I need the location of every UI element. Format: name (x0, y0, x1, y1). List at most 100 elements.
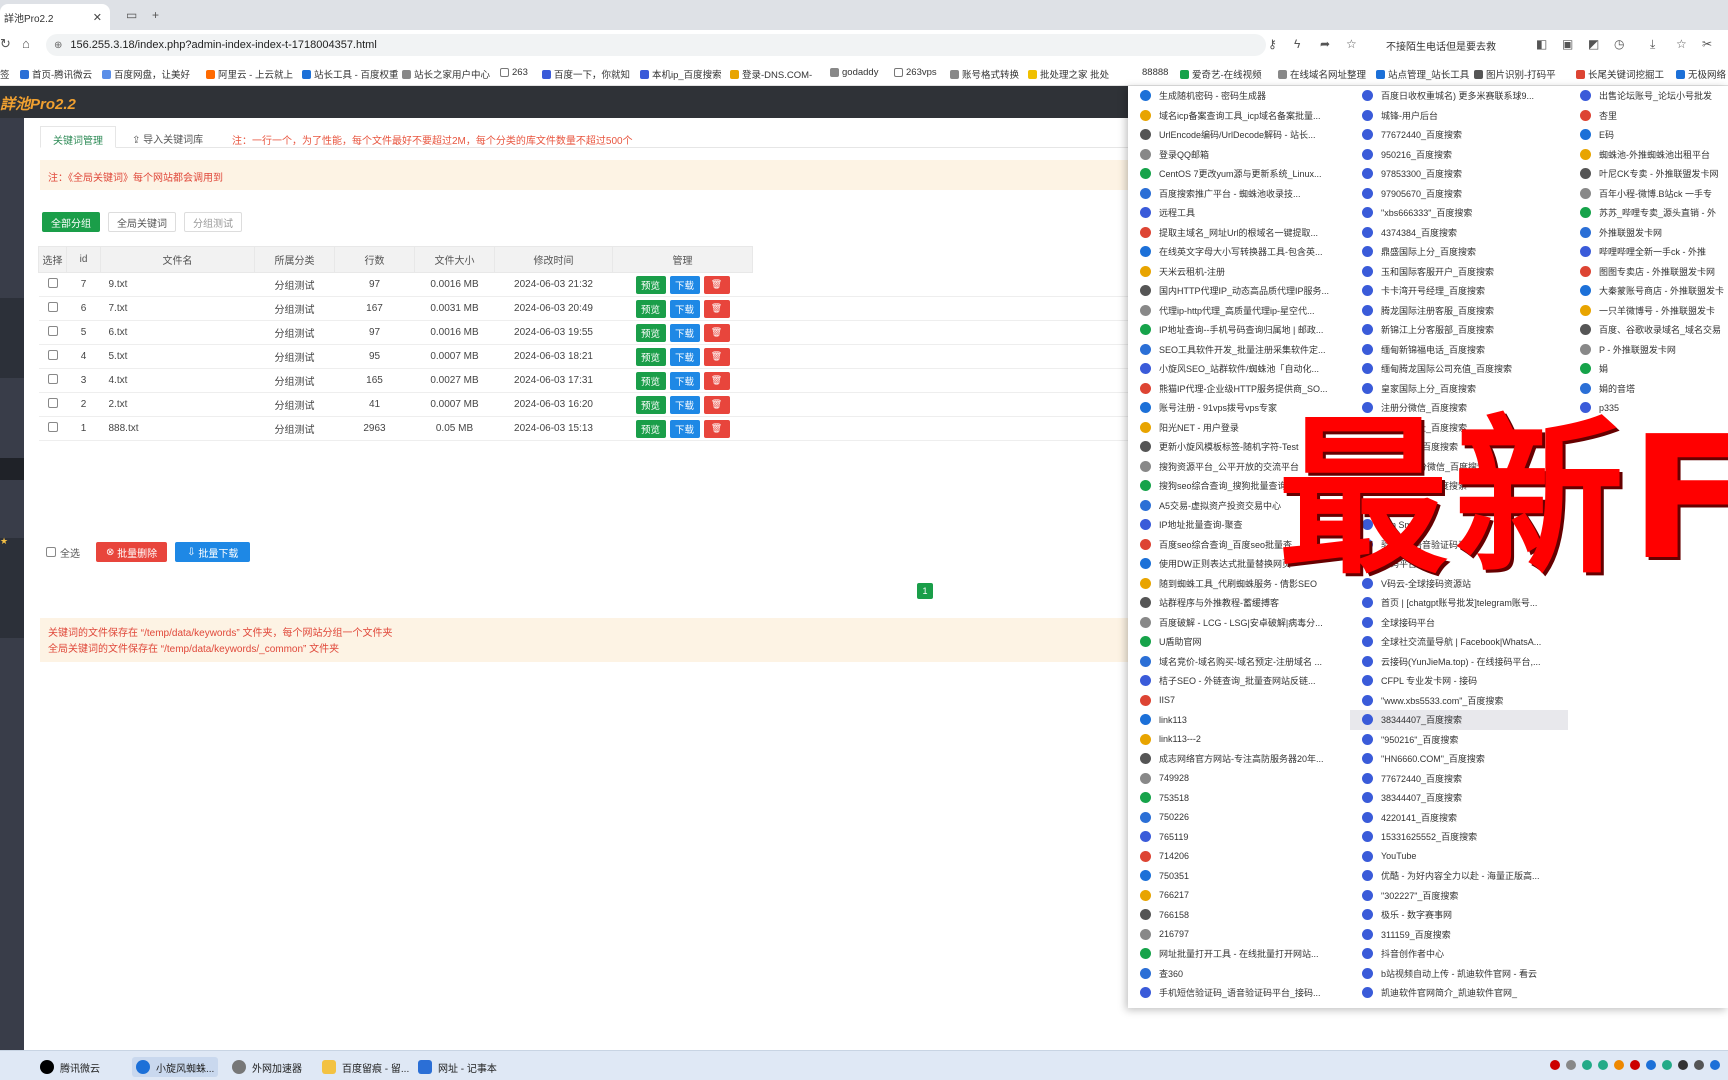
bookmark-item[interactable]: 爱奇艺-在线视频 (1180, 67, 1262, 81)
bookmark-folder-item[interactable]: 77672440_百度搜索 (1350, 125, 1568, 145)
bookmark-item[interactable]: 站点管理_站长工具 (1376, 67, 1469, 81)
page-1-button[interactable]: 1 (917, 583, 933, 599)
preview-button[interactable]: 预览 (635, 371, 666, 390)
home-icon[interactable]: ⌂ (22, 36, 30, 51)
download-button[interactable]: 下载 (669, 395, 700, 414)
url-input[interactable]: ⊕ 156.255.3.18/index.php?admin-index-ind… (46, 34, 1266, 56)
bookmark-folder-item[interactable]: 登录QQ邮箱 (1128, 145, 1350, 165)
bookmark-folder-item[interactable]: 4220141_百度搜索 (1350, 808, 1568, 828)
bookmark-folder-item[interactable]: 外推联盟发卡网 (1568, 223, 1728, 243)
row-checkbox[interactable] (47, 278, 58, 288)
bookmark-item[interactable]: 百度一下，你就知 (542, 67, 630, 81)
taskbar-item[interactable]: 腾讯微云 (40, 1057, 100, 1077)
bookmark-folder-item[interactable]: IIS7 (1128, 691, 1350, 711)
tray-icon[interactable] (1662, 1060, 1672, 1070)
tray-icon[interactable] (1614, 1060, 1624, 1070)
bookmark-folder-item[interactable]: 714206 (1128, 847, 1350, 867)
delete-button[interactable]: 🗑 (703, 299, 730, 318)
bookmark-folder-item[interactable]: 叶尼CK专卖 - 外推联盟发卡网 (1568, 164, 1728, 184)
download-button[interactable]: 下载 (669, 419, 700, 438)
bookmark-folder-item[interactable]: 鼎盛国际上分_百度搜索 (1350, 242, 1568, 262)
bookmark-folder-item[interactable]: 域名竞价-域名购买-域名预定-注册域名 ... (1128, 652, 1350, 672)
bookmark-folder-item[interactable]: "xbs666333"_百度搜索 (1350, 203, 1568, 223)
bookmark-folder-item[interactable]: 域名icp备案查询工具_icp域名备案批量... (1128, 106, 1350, 126)
star-icon[interactable]: ☆ (1346, 37, 1357, 51)
extension-icon[interactable]: ◩ (1588, 37, 1599, 51)
bookmark-folder-item[interactable]: 大秦蒙账号商店 - 外推联盟发卡 (1568, 281, 1728, 301)
bookmark-item[interactable]: 签 (0, 67, 10, 81)
tray-icon[interactable] (1710, 1060, 1720, 1070)
sidebar-item-active[interactable] (0, 458, 24, 480)
bookmark-folder-item[interactable]: 优酷 - 为好内容全力以赴 - 海量正版高... (1350, 866, 1568, 886)
bookmark-folder-item[interactable]: 百度破解 - LCG - LSG|安卓破解|病毒分... (1128, 613, 1350, 633)
row-checkbox[interactable] (47, 422, 58, 432)
row-checkbox[interactable] (47, 398, 58, 408)
bookmark-folder-item[interactable]: 出售论坛账号_论坛小号批发 (1568, 86, 1728, 106)
bookmark-item[interactable]: 263vps (894, 67, 937, 78)
bookmark-folder-item[interactable]: U盾助官网 (1128, 632, 1350, 652)
bookmark-folder-item[interactable]: YouTube (1350, 847, 1568, 867)
tray-icon[interactable] (1598, 1060, 1608, 1070)
bookmark-folder-item[interactable]: 桔子SEO - 外链查询_批量查网站反链... (1128, 671, 1350, 691)
bookmark-folder-item[interactable]: 凯迪软件官网简介_凯迪软件官网_ (1350, 983, 1568, 1003)
bookmark-folder-item[interactable]: 97853300_百度搜索 (1350, 164, 1568, 184)
tray-icon[interactable] (1646, 1060, 1656, 1070)
bookmark-item[interactable]: 88888 (1142, 67, 1168, 78)
delete-button[interactable]: 🗑 (703, 323, 730, 342)
bookmark-item[interactable]: 无极网络 (1676, 67, 1726, 81)
download-icon[interactable]: ⤓ (1650, 37, 1655, 52)
bookmark-item[interactable]: 本机ip_百度搜索 (640, 67, 722, 81)
bookmark-folder-item[interactable]: 77672440_百度搜索 (1350, 769, 1568, 789)
bookmark-item[interactable]: 长尾关键词挖掘工 (1576, 67, 1664, 81)
bookmark-folder-item[interactable]: "www.xbs5533.com"_百度搜索 (1350, 691, 1568, 711)
group-test-button[interactable]: 分组测试 (184, 212, 242, 232)
bookmark-item[interactable]: 站长之家用户中心 (402, 67, 490, 81)
download-button[interactable]: 下载 (669, 275, 700, 294)
bookmark-folder-item[interactable]: 抖音创作者中心 (1350, 944, 1568, 964)
preview-button[interactable]: 预览 (635, 419, 666, 438)
bookmark-folder-item[interactable]: 311159_百度搜索 (1350, 925, 1568, 945)
extension-text[interactable]: 不接陌生电话但是要去救 (1386, 38, 1496, 53)
row-checkbox[interactable] (47, 326, 58, 336)
bookmark-folder-item[interactable]: 手机短信验证码_语音验证码平台_接码... (1128, 983, 1350, 1003)
row-select[interactable] (38, 272, 67, 297)
bookmark-item[interactable]: 百度网盘，让美好 (102, 67, 190, 81)
bookmark-folder-item[interactable]: 哔哩哔哩全新一手ck - 外推 (1568, 242, 1728, 262)
pdf-icon[interactable]: ▣ (1562, 37, 1573, 51)
favorites-icon[interactable]: ☆ (1676, 37, 1687, 51)
bookmark-folder-item[interactable]: SEO工具软件开发_批量注册采集软件定... (1128, 340, 1350, 360)
bookmark-folder-item[interactable]: 云接码(YunJieMa.top) - 在线接码平台,... (1350, 652, 1568, 672)
download-button[interactable]: 下载 (669, 299, 700, 318)
bookmark-folder-item[interactable]: 缅甸新锦福电话_百度搜索 (1350, 340, 1568, 360)
select-all-checkbox[interactable] (46, 547, 56, 557)
tab-import[interactable]: ⇪ 导入关键词库 (120, 126, 215, 148)
bookmark-folder-item[interactable]: 750226 (1128, 808, 1350, 828)
reload-icon[interactable]: ↻ (0, 36, 11, 52)
bookmark-folder-item[interactable]: 38344407_百度搜索 (1350, 710, 1568, 730)
key-icon[interactable]: ⚷ (1268, 37, 1277, 51)
bookmark-folder-item[interactable]: 一只羊微博号 - 外推联盟发卡 (1568, 301, 1728, 321)
group-global-button[interactable]: 全局关键词 (108, 212, 176, 232)
download-button[interactable]: 下载 (669, 323, 700, 342)
bookmark-folder-item[interactable]: 百度日收权重城名) 更多米赛联系球9... (1350, 86, 1568, 106)
tray-icon[interactable] (1582, 1060, 1592, 1070)
select-all[interactable]: 全选 (46, 545, 80, 560)
preview-button[interactable]: 预览 (635, 323, 666, 342)
bookmark-folder-item[interactable]: 图图专卖店 - 外推联盟发卡网 (1568, 262, 1728, 282)
bookmark-item[interactable]: 账号格式转换 (950, 67, 1019, 81)
new-tab-icon[interactable]: + (152, 8, 159, 22)
bookmark-folder-item[interactable]: 城锋-用户后台 (1350, 106, 1568, 126)
bookmark-folder-item[interactable]: 4374384_百度搜索 (1350, 223, 1568, 243)
bookmark-folder-item[interactable]: 极乐 - 数字赛事网 (1350, 905, 1568, 925)
bookmark-folder-item[interactable]: 97905670_百度搜索 (1350, 184, 1568, 204)
bookmark-folder-item[interactable]: "302227"_百度搜索 (1350, 886, 1568, 906)
bookmark-folder-item[interactable]: b站视频自动上传 - 凯迪软件官网 - 看云 (1350, 964, 1568, 984)
taskbar-item[interactable]: 网址 - 记事本 (418, 1057, 497, 1077)
bookmark-folder-item[interactable]: 全球社交流量导航 | Facebook|WhatsA... (1350, 632, 1568, 652)
bookmark-folder-item[interactable]: 苏苏_哔哩专卖_源头直销 - 外 (1568, 203, 1728, 223)
taskbar-item-active[interactable]: 小旋风蜘蛛... (132, 1057, 219, 1077)
bookmark-folder-item[interactable]: 766158 (1128, 905, 1350, 925)
bookmark-folder-item[interactable]: 生成随机密码 - 密码生成器 (1128, 86, 1350, 106)
bookmark-folder-item[interactable]: 蜘蛛池-外推蜘蛛池出租平台 (1568, 145, 1728, 165)
row-checkbox[interactable] (47, 374, 58, 384)
